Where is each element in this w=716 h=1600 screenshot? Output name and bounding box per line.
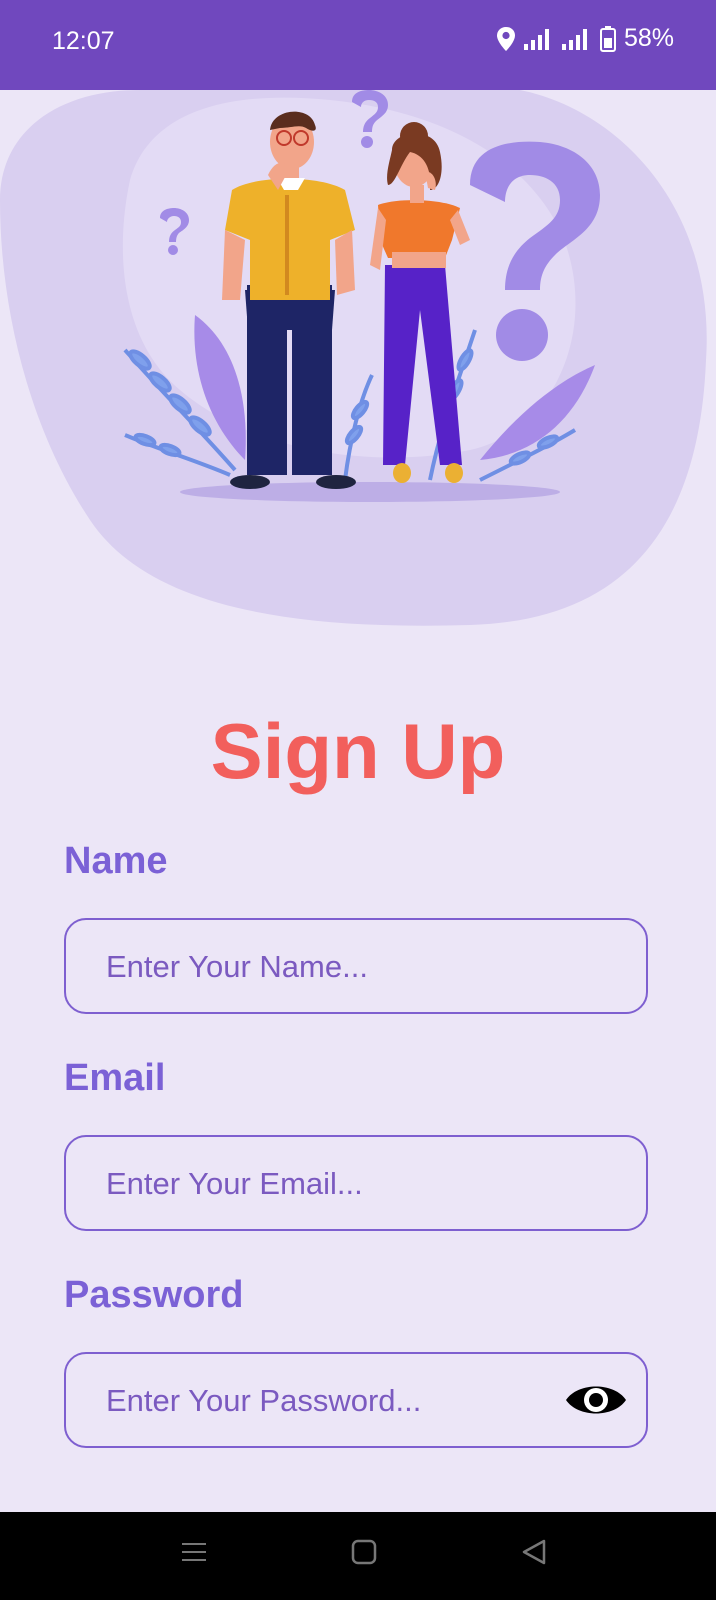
battery-percent: 58% xyxy=(623,24,674,52)
back-icon[interactable] xyxy=(520,1538,548,1566)
name-field-container[interactable] xyxy=(64,918,648,1014)
eye-icon[interactable] xyxy=(564,1376,628,1424)
signal-icon xyxy=(561,28,587,50)
hero-illustration xyxy=(0,90,707,626)
signal-icon xyxy=(523,28,549,50)
page-title: Sign Up xyxy=(210,707,506,795)
email-label: Email xyxy=(64,1057,166,1099)
status-bar: 12:07 58% xyxy=(0,0,716,90)
password-field-container[interactable] xyxy=(64,1352,648,1448)
email-input[interactable] xyxy=(104,1137,578,1231)
status-icons: 58% xyxy=(496,24,674,53)
system-nav-bar xyxy=(0,1512,716,1600)
password-label: Password xyxy=(64,1274,244,1316)
menu-icon[interactable] xyxy=(180,1538,208,1566)
password-input[interactable] xyxy=(104,1354,578,1448)
email-field-container[interactable] xyxy=(64,1135,648,1231)
location-icon xyxy=(496,26,515,51)
battery-icon xyxy=(599,25,616,52)
name-input[interactable] xyxy=(104,920,578,1014)
home-icon[interactable] xyxy=(350,1538,378,1566)
status-time: 12:07 xyxy=(52,27,115,55)
name-label: Name xyxy=(64,840,168,882)
